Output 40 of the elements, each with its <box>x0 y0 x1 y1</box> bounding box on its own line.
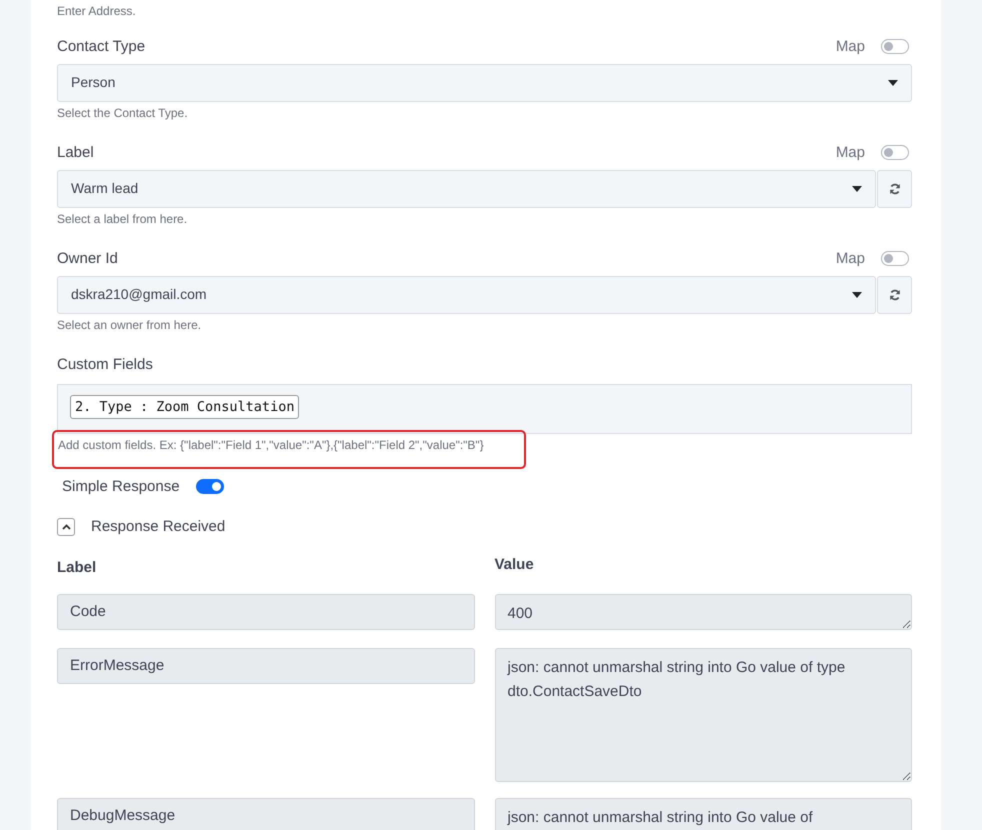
chevron-up-icon <box>62 524 70 530</box>
value-field[interactable]: json: cannot unmarshal string into Go value of <box>494 798 912 830</box>
map-toggle[interactable] <box>881 39 909 54</box>
column-header: Value <box>494 554 535 574</box>
refresh-icon <box>888 288 900 300</box>
field-label: Owner Id <box>57 248 118 268</box>
refresh-button[interactable] <box>877 170 912 208</box>
collapse-button[interactable] <box>57 518 75 536</box>
field-label: Custom Fields <box>57 354 154 374</box>
help-text: Select the Contact Type. <box>57 106 189 120</box>
map-label: Map <box>836 248 865 268</box>
label-field: DebugMessage <box>57 798 474 830</box>
map-toggle[interactable] <box>881 145 909 160</box>
section-title: Response Received <box>91 516 226 536</box>
help-text: Add custom fields. Ex: {"label":"Field 1","value":"A"},{"label":"Field 2","value":"B"} <box>58 438 485 452</box>
label-field: ErrorMessage <box>57 648 474 684</box>
select-field[interactable]: dskra210@gmail.com <box>57 276 876 314</box>
value-field[interactable]: 400 <box>494 594 912 630</box>
map-label: Map <box>836 142 865 162</box>
refresh-icon <box>888 182 900 194</box>
map-label: Map <box>836 36 865 56</box>
value-field[interactable]: json: cannot unmarshal string into Go value of type dto.ContactSaveDto <box>494 648 912 782</box>
help-text: Select a label from here. <box>57 212 188 226</box>
tag: 2. Type : Zoom Consultation <box>70 394 300 418</box>
tag-input-field[interactable]: 2. Type : Zoom Consultation <box>57 384 912 434</box>
select-field[interactable]: Person <box>57 64 912 102</box>
refresh-button[interactable] <box>877 276 912 314</box>
help-text: Enter Address. <box>57 4 136 18</box>
simple-response-toggle[interactable] <box>196 479 224 494</box>
field-label: Label <box>57 142 94 162</box>
toggle-label: Simple Response <box>62 476 180 496</box>
caret-icon <box>852 292 862 298</box>
column-header: Label <box>57 558 98 578</box>
select-field[interactable]: Warm lead <box>57 170 876 208</box>
map-toggle[interactable] <box>881 251 909 266</box>
caret-icon <box>852 186 862 192</box>
label-field: Code <box>57 594 474 630</box>
caret-icon <box>888 80 898 86</box>
field-label: Contact Type <box>57 36 146 56</box>
help-text: Select an owner from here. <box>57 318 202 332</box>
